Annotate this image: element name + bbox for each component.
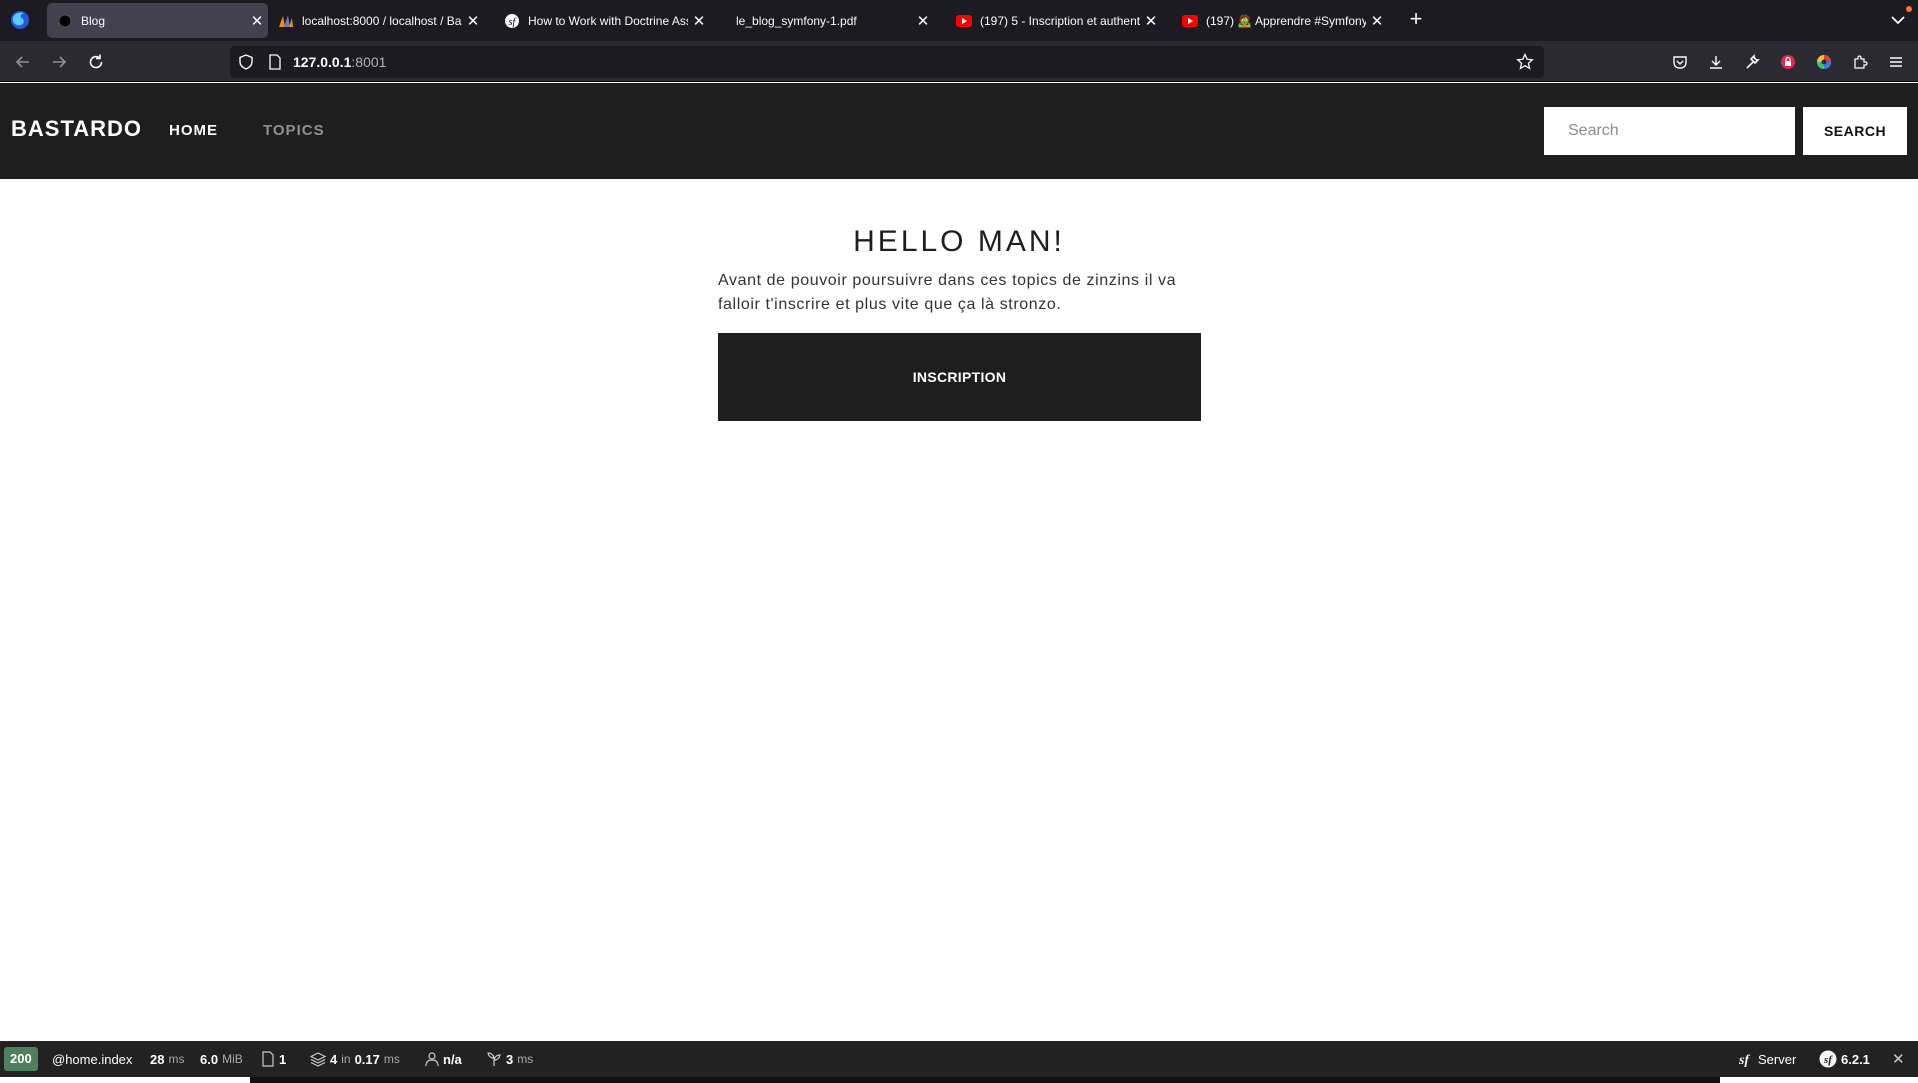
color-wheel-extension-icon[interactable] — [1813, 51, 1835, 73]
nav-link-home[interactable]: HOME — [169, 122, 218, 139]
brand-logo[interactable]: BASTARDO — [11, 116, 142, 142]
tab-title: (197) 5 - Inscription et authentifi — [980, 13, 1140, 28]
phpmyadmin-icon — [278, 13, 294, 29]
bookmark-star-icon[interactable] — [1516, 53, 1534, 71]
arrow-right-icon — [53, 56, 67, 68]
tab-title: le_blog_symfony-1.pdf — [736, 13, 857, 28]
route-name: @home.index — [52, 1051, 133, 1067]
tab-close-icon[interactable]: ✕ — [1366, 12, 1388, 30]
url-bar[interactable]: 127.0.0.1:8001 — [230, 46, 1544, 78]
forms-count: 1 — [279, 1051, 287, 1067]
tab-close-icon[interactable]: ✕ — [1140, 12, 1162, 30]
notification-dot — [1906, 6, 1912, 12]
download-icon[interactable] — [1705, 51, 1727, 73]
hamburger-menu-icon[interactable] — [1885, 51, 1907, 73]
svg-text:sf: sf — [1738, 1053, 1750, 1068]
symfony-icon: sf — [504, 13, 520, 29]
pdf-icon — [728, 13, 732, 29]
memory-value: 6.0 — [200, 1051, 219, 1067]
debug-twig-panel[interactable]: 3 ms — [486, 1041, 533, 1077]
back-button[interactable] — [12, 51, 34, 73]
server-label: Server — [1758, 1051, 1797, 1067]
time-value: 28 — [150, 1051, 165, 1067]
shield-icon[interactable] — [238, 54, 254, 70]
tab-youtube-inscription[interactable]: (197) 5 - Inscription et authentifi ✕ — [946, 3, 1162, 38]
time-unit: ms — [168, 1052, 185, 1066]
symfony-version: 6.2.1 — [1841, 1051, 1870, 1067]
debug-security-panel[interactable]: n/a — [425, 1041, 462, 1077]
symfony-server-icon: sf — [1734, 1049, 1754, 1069]
nav-link-topics[interactable]: TOPICS — [263, 122, 325, 139]
cache-in: in — [341, 1052, 351, 1066]
twig-value: 3 — [506, 1051, 514, 1067]
cache-count: 4 — [330, 1051, 338, 1067]
search-button[interactable]: SEARCH — [1803, 107, 1907, 155]
memory-unit: MiB — [222, 1052, 243, 1066]
cache-time: 0.17 — [354, 1051, 380, 1067]
status-badge: 200 — [4, 1047, 38, 1071]
user-value: n/a — [443, 1051, 462, 1067]
debug-memory-panel[interactable]: 6.0 MiB — [200, 1041, 243, 1077]
symfony-debug-toolbar: 200 @home.index 28 ms 6.0 MiB 1 4 in 0.1… — [0, 1041, 1918, 1077]
url-text[interactable]: 127.0.0.1:8001 — [293, 54, 386, 70]
user-icon — [425, 1052, 439, 1067]
debug-status-panel[interactable]: 200 — [4, 1041, 38, 1077]
chevron-down-icon[interactable] — [1888, 10, 1908, 30]
symfony-logo-icon: sf — [1819, 1050, 1837, 1068]
layers-icon — [310, 1052, 326, 1067]
close-debug-toolbar-icon[interactable]: ✕ — [1892, 1041, 1905, 1077]
tab-close-icon[interactable]: ✕ — [688, 12, 710, 30]
firefox-menu-icon[interactable] — [9, 9, 31, 31]
window-bottom-edge — [0, 1077, 1918, 1083]
browser-tab-strip: Blog ✕ localhost:8000 / localhost / Bas … — [0, 0, 1918, 41]
tab-doctrine[interactable]: sf How to Work with Doctrine Asso ✕ — [494, 3, 710, 38]
tab-title: Blog — [81, 13, 106, 28]
debug-version-panel[interactable]: sf 6.2.1 — [1819, 1041, 1870, 1077]
tab-close-icon[interactable]: ✕ — [912, 12, 934, 30]
extension-lock-icon[interactable] — [1777, 51, 1799, 73]
reload-icon — [89, 54, 103, 69]
taskbar-strip — [250, 1077, 1720, 1083]
youtube-icon — [956, 13, 972, 29]
main-content: HELLO MAN! Avant de pouvoir poursuivre d… — [0, 179, 1918, 1040]
blog-favicon-icon — [57, 13, 73, 29]
debug-forms-panel[interactable]: 1 — [261, 1041, 286, 1077]
site-header: BASTARDO HOME TOPICS SEARCH — [0, 83, 1918, 179]
debug-time-panel[interactable]: 28 ms — [150, 1041, 184, 1077]
intro-text: Avant de pouvoir poursuivre dans ces top… — [718, 272, 1177, 313]
tab-title: (197) 🧟 Apprendre #Symfony 6 — [1206, 13, 1366, 28]
search-input[interactable] — [1544, 107, 1795, 155]
tab-phpmyadmin[interactable]: localhost:8000 / localhost / Bas ✕ — [268, 3, 484, 38]
page-icon[interactable] — [268, 54, 282, 70]
tab-close-icon[interactable]: ✕ — [462, 12, 484, 30]
twig-leaf-icon — [487, 1052, 501, 1066]
page-title: HELLO MAN! — [853, 225, 1065, 258]
arrow-left-icon — [15, 56, 29, 68]
pocket-icon[interactable] — [1669, 51, 1691, 73]
tab-blog[interactable]: Blog ✕ — [47, 3, 268, 38]
youtube-icon — [1182, 13, 1198, 29]
browser-nav-bar: 127.0.0.1:8001 — [0, 41, 1918, 82]
cache-unit: ms — [383, 1052, 400, 1066]
tab-youtube-symfony[interactable]: (197) 🧟 Apprendre #Symfony 6 ✕ — [1172, 3, 1388, 38]
inscription-button[interactable]: INSCRIPTION — [718, 333, 1201, 421]
debug-route-panel[interactable]: @home.index — [52, 1041, 132, 1077]
debug-server-panel[interactable]: sf Server — [1734, 1041, 1796, 1077]
tab-title: How to Work with Doctrine Asso — [528, 13, 688, 28]
document-icon — [262, 1051, 274, 1067]
debug-cache-panel[interactable]: 4 in 0.17 ms — [310, 1041, 400, 1077]
tab-title: localhost:8000 / localhost / Bas — [302, 13, 462, 28]
reload-button[interactable] — [85, 51, 107, 73]
extensions-puzzle-icon[interactable] — [1849, 51, 1871, 73]
tab-pdf[interactable]: le_blog_symfony-1.pdf ✕ — [718, 3, 934, 38]
svg-text:sf: sf — [1823, 1054, 1833, 1066]
url-port: :8001 — [351, 54, 387, 70]
wrench-icon[interactable] — [1741, 51, 1763, 73]
twig-unit: ms — [517, 1052, 534, 1066]
url-host: 127.0.0.1 — [293, 54, 352, 70]
new-tab-button[interactable]: + — [1404, 8, 1428, 32]
forward-button[interactable] — [48, 51, 70, 73]
tab-close-icon[interactable]: ✕ — [246, 12, 268, 30]
